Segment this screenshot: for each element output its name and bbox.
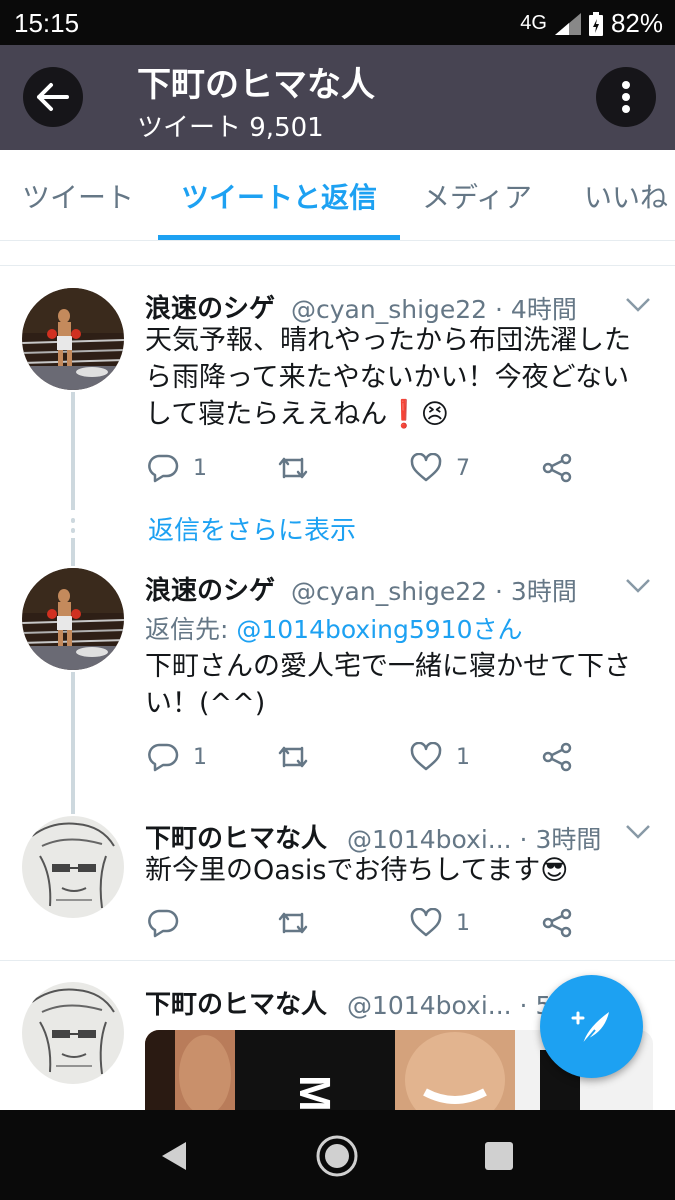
thread-line xyxy=(71,538,75,566)
author-name[interactable]: 浪速のシゲ xyxy=(145,570,275,607)
heart-icon xyxy=(410,742,442,771)
heart-icon xyxy=(410,453,442,482)
reply-icon xyxy=(148,909,179,938)
reply-count: 1 xyxy=(193,455,207,481)
reply-icon xyxy=(148,454,179,483)
status-bar: 15:15 4G 82% xyxy=(0,0,675,45)
more-options-button[interactable] xyxy=(596,67,656,127)
active-tab-indicator xyxy=(158,235,400,240)
thread-dot xyxy=(71,518,75,523)
android-nav-bar xyxy=(0,1110,675,1200)
retweet-icon xyxy=(278,457,308,479)
tab-media[interactable]: メディア xyxy=(422,176,532,216)
divider xyxy=(0,265,675,266)
signal-icon xyxy=(554,12,581,35)
more-vertical-icon xyxy=(622,81,630,113)
reply-to-line: 返信先: @1014boxing5910さん xyxy=(145,610,522,646)
avatar[interactable] xyxy=(22,568,124,670)
chevron-down-icon[interactable] xyxy=(625,824,651,840)
share-action[interactable] xyxy=(541,742,573,772)
tweet-text: 新今里のOasisでお待ちしてます😎 xyxy=(145,855,569,886)
retweet-action[interactable] xyxy=(277,742,323,772)
network-type: 4G xyxy=(520,12,547,34)
nav-recents-icon[interactable] xyxy=(484,1141,514,1171)
profile-name: 下町のヒマな人 xyxy=(137,65,375,105)
share-icon xyxy=(542,453,572,483)
retweet-icon xyxy=(278,746,308,768)
like-action[interactable]: 1 xyxy=(410,742,470,772)
retweet-action[interactable] xyxy=(277,908,323,938)
battery-level: 82% xyxy=(610,8,663,38)
thread-line xyxy=(71,392,75,510)
tweet-divider xyxy=(0,960,675,961)
arrow-left-icon xyxy=(37,83,69,111)
reply-count: 1 xyxy=(193,744,207,770)
status-time: 15:15 xyxy=(14,8,80,38)
author-name[interactable]: 下町のヒマな人 xyxy=(145,984,327,1021)
battery-icon xyxy=(588,11,603,36)
thread-line xyxy=(71,672,75,814)
avatar[interactable] xyxy=(22,816,124,918)
back-button[interactable] xyxy=(23,67,83,127)
share-action[interactable] xyxy=(541,908,573,938)
like-count: 1 xyxy=(456,744,470,770)
manga-face-avatar-image xyxy=(22,816,124,918)
thread-dot xyxy=(71,528,75,533)
like-action[interactable]: 7 xyxy=(410,453,470,483)
tweet-count: ツイート 9,501 xyxy=(137,113,324,143)
tab-likes[interactable]: いいね xyxy=(584,176,668,216)
reply-action[interactable] xyxy=(147,908,193,938)
boxer-avatar-image xyxy=(22,288,124,390)
tab-tweets[interactable]: ツイート xyxy=(22,176,134,216)
like-action[interactable]: 1 xyxy=(410,908,470,938)
reply-action[interactable]: 1 xyxy=(147,453,207,483)
manga-face-avatar-image xyxy=(22,982,124,1084)
chevron-down-icon[interactable] xyxy=(625,297,651,313)
reply-to-mention[interactable]: @1014boxing5910さん xyxy=(236,615,522,644)
share-icon xyxy=(542,908,572,938)
reply-icon xyxy=(148,743,179,772)
share-action[interactable] xyxy=(541,453,573,483)
tweet-text: 下町さんの愛人宅で一緒に寝かせて下さい！(^^) xyxy=(145,651,631,719)
status-icons: 4G 82% xyxy=(520,8,663,39)
tweet-text: 天気予報、晴れやったから布団洗濯したら雨降って来たやないかい！今夜どないして寝た… xyxy=(145,325,631,430)
share-icon xyxy=(542,742,572,772)
nav-back-icon[interactable] xyxy=(160,1140,188,1172)
profile-tabs: ツイート ツイートと返信 メディア いいね xyxy=(0,150,675,241)
profile-header: 下町のヒマな人 ツイート 9,501 xyxy=(0,45,675,150)
retweet-action[interactable] xyxy=(277,453,323,483)
avatar[interactable] xyxy=(22,288,124,390)
chevron-down-icon[interactable] xyxy=(625,578,651,594)
retweet-icon xyxy=(278,912,308,934)
compose-tweet-button[interactable] xyxy=(540,975,643,1078)
like-count: 1 xyxy=(456,910,470,936)
boxer-avatar-image xyxy=(22,568,124,670)
nav-home-icon[interactable] xyxy=(315,1134,359,1178)
show-more-replies-link[interactable]: 返信をさらに表示 xyxy=(148,510,356,547)
reply-to-label: 返信先: xyxy=(145,615,237,644)
avatar[interactable] xyxy=(22,982,124,1084)
heart-icon xyxy=(410,908,442,937)
compose-quill-icon xyxy=(571,1011,609,1045)
author-handle-time: @1014boxi... · 3時間 xyxy=(347,825,602,854)
author-name[interactable]: 浪速のシゲ xyxy=(145,288,275,325)
author-handle-time: @cyan_shige22 · 3時間 xyxy=(291,577,577,606)
author-name[interactable]: 下町のヒマな人 xyxy=(145,818,327,855)
author-handle-time: @cyan_shige22 · 4時間 xyxy=(291,295,577,324)
reply-action[interactable]: 1 xyxy=(147,742,207,772)
like-count: 7 xyxy=(456,455,470,481)
tab-tweets-and-replies[interactable]: ツイートと返信 xyxy=(181,176,377,216)
